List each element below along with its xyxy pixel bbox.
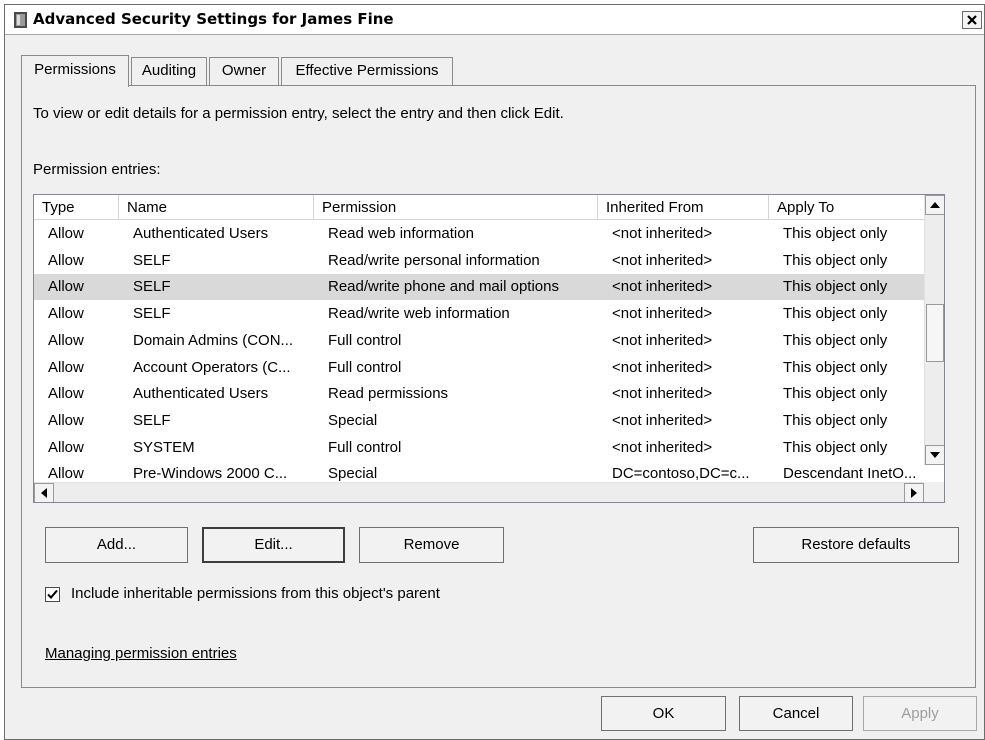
horizontal-scrollbar[interactable] [34,482,924,502]
cell-name: Authenticated Users [133,385,269,403]
edit-button[interactable]: Edit... [202,527,345,563]
cell-inherited-from: <not inherited> [612,305,713,323]
table-row[interactable]: Allow SELF Read/write web information <not … [34,301,924,327]
vertical-scrollbar[interactable] [924,195,944,465]
scroll-right-icon [911,488,917,498]
cell-permission: Read/write web information [328,305,510,323]
cell-inherited-from: <not inherited> [612,438,713,456]
cell-apply-to: This object only [783,251,888,269]
cell-permission: Special [328,411,378,429]
close-button[interactable] [962,11,982,29]
add-button[interactable]: Add... [45,527,188,563]
cell-permission: Read permissions [328,385,449,403]
scroll-left-button[interactable] [34,483,54,502]
apply-button[interactable]: Apply [863,696,977,731]
cell-apply-to: This object only [783,438,888,456]
cell-permission: Read web information [328,225,474,242]
scroll-up-icon [930,202,940,208]
title-bar[interactable]: Advanced Security Settings for James Fin… [5,5,984,35]
cell-type: Allow [48,385,84,403]
column-header-type[interactable]: Type [34,195,119,220]
cell-inherited-from: <not inherited> [612,251,713,269]
tab-auditing[interactable]: Auditing [131,57,207,85]
table-row[interactable]: Allow SELF Read/write phone and mail optio… [34,274,924,301]
remove-button[interactable]: Remove [359,527,504,563]
checkmark-icon [47,589,58,599]
cell-name: Domain Admins (CON... [133,331,294,349]
cell-name: Account Operators (C... [133,358,291,376]
cell-permission: Full control [328,331,402,349]
cell-apply-to: This object only [783,385,888,403]
tab-permissions[interactable]: Permissions [21,55,129,87]
dialog-window: Advanced Security Settings for James Fin… [4,4,985,740]
tab-owner[interactable]: Owner [209,57,279,85]
cancel-button[interactable]: Cancel [739,696,853,731]
scroll-left-icon [41,488,47,498]
cell-permission: Full control [328,358,402,376]
vertical-scroll-thumb[interactable] [926,304,944,362]
table-row[interactable]: Allow Authenticated Users Read permissions… [34,381,924,407]
restore-defaults-button[interactable]: Restore defaults [753,527,959,563]
column-header-apply-to[interactable]: Apply To [769,195,924,220]
ok-button[interactable]: OK [601,696,726,731]
scroll-down-button[interactable] [925,445,944,465]
window-icon [14,12,27,28]
table-row[interactable]: Allow Account Operators (C... Full control… [34,355,924,381]
table-row[interactable]: Allow SYSTEM Full control <not inherited> Th… [34,435,924,461]
column-header-name[interactable]: Name [119,195,314,220]
cell-apply-to: This object only [783,225,888,242]
cell-name: SELF [133,305,171,323]
table-row[interactable]: Allow Authenticated Users Read web informa… [34,221,924,247]
cell-type: Allow [48,411,84,429]
permission-entries-list[interactable]: Type Name Permission Inherited From Appl… [33,194,945,503]
scrollbar-corner [924,482,944,502]
scroll-down-icon [930,452,940,458]
cell-apply-to: This object only [783,278,888,296]
table-row[interactable]: Allow SELF Special <not inherited> This obje… [34,408,924,434]
cell-apply-to: This object only [783,331,888,349]
cell-name: SELF [133,278,171,296]
scroll-up-button[interactable] [925,195,944,215]
cell-inherited-from: <not inherited> [612,278,713,296]
cell-name: SELF [133,251,171,269]
cell-inherited-from: <not inherited> [612,225,713,242]
cell-permission: Read/write personal information [328,251,540,269]
cell-apply-to: This object only [783,358,888,376]
cell-type: Allow [48,278,84,296]
cell-permission: Read/write phone and mail options [328,278,559,296]
cell-inherited-from: <not inherited> [612,385,713,403]
include-inheritable-label[interactable]: Include inheritable permissions from thi… [71,585,440,602]
cell-apply-to: This object only [783,411,888,429]
table-row[interactable]: Allow SELF Read/write personal information… [34,248,924,274]
cell-type: Allow [48,438,84,456]
column-header-permission[interactable]: Permission [314,195,598,220]
include-inheritable-checkbox[interactable] [45,587,60,602]
tab-effective-permissions[interactable]: Effective Permissions [281,57,453,85]
instructions-text: To view or edit details for a permission… [33,105,564,122]
window-title: Advanced Security Settings for James Fin… [33,10,394,28]
cell-name: SELF [133,411,171,429]
cell-type: Allow [48,251,84,269]
cell-apply-to: This object only [783,305,888,323]
list-header: Type Name Permission Inherited From Appl… [34,195,924,220]
cell-type: Allow [48,331,84,349]
close-icon [967,15,977,25]
cell-inherited-from: <not inherited> [612,331,713,349]
cell-inherited-from: <not inherited> [612,411,713,429]
scroll-right-button[interactable] [904,483,924,502]
cell-inherited-from: <not inherited> [612,358,713,376]
table-row[interactable]: Allow Domain Admins (CON... Full control <n… [34,328,924,354]
cell-type: Allow [48,225,84,242]
cell-name: Authenticated Users [133,225,269,242]
cell-name: SYSTEM [133,438,195,456]
cell-permission: Full control [328,438,402,456]
managing-permission-entries-link[interactable]: Managing permission entries [45,645,237,662]
cell-type: Allow [48,305,84,323]
cell-type: Allow [48,358,84,376]
column-header-inherited-from[interactable]: Inherited From [598,195,769,220]
permission-entries-label: Permission entries: [33,161,161,178]
